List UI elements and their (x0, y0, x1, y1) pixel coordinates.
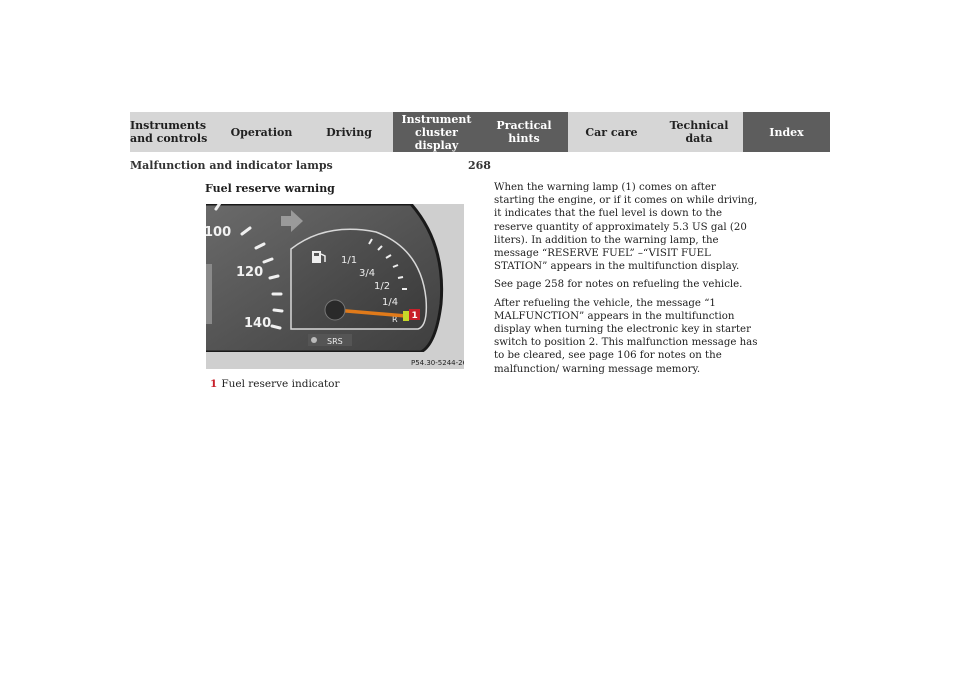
tab-label: Technical data (669, 119, 729, 145)
section-header: Malfunction and indicator lamps (130, 159, 333, 172)
fuel-label-half: 1/2 (374, 281, 390, 292)
airbag-icon (311, 337, 317, 343)
tab-label: Car care (585, 125, 638, 139)
tab-label: Index (769, 125, 804, 139)
fuel-label-three-quarter: 3/4 (359, 268, 375, 279)
figure-reference: P54.30-5244-26 (411, 359, 464, 367)
tab-operation[interactable]: Operation (218, 112, 305, 152)
tab-car-care[interactable]: Car care (568, 112, 655, 152)
tab-label: Practical hints (496, 119, 552, 145)
tab-technical-data[interactable]: Technical data (655, 112, 743, 152)
tab-instrument-cluster-display[interactable]: Instrument cluster display (393, 112, 480, 152)
tab-label: Instruments and controls (130, 119, 208, 145)
reserve-warning-lamp (403, 311, 409, 321)
tab-label: Operation (230, 125, 293, 139)
needle-hub (324, 299, 346, 321)
tab-index[interactable]: Index (743, 112, 830, 152)
tab-instruments-and-controls[interactable]: Instruments and controls (130, 112, 218, 152)
caption-number: 1 (210, 378, 218, 390)
srs-label: SRS (327, 337, 343, 346)
paragraph: See page 258 for notes on refueling the … (494, 279, 743, 291)
chapter-tabs: Instruments and controls Operation Drivi… (130, 112, 830, 152)
caption-text: Fuel reserve indicator (221, 378, 340, 390)
page-number: 268 (468, 159, 491, 172)
fuel-label-full: 1/1 (341, 255, 357, 266)
instrument-cluster-illustration: 100 120 140 1/1 3/4 1/2 1/4 R 1 SRS P54.… (204, 198, 468, 369)
paragraph: When the warning lamp (1) comes on after… (494, 182, 758, 273)
left-trim (206, 264, 212, 324)
tab-label: Instrument cluster display (401, 112, 472, 152)
callout-number: 1 (412, 311, 418, 321)
tab-driving[interactable]: Driving (305, 112, 393, 152)
fuel-label-quarter: 1/4 (382, 297, 398, 308)
speed-label-120: 120 (236, 265, 263, 280)
speed-label-100: 100 (206, 225, 231, 240)
section-title: Fuel reserve warning (205, 182, 335, 195)
tab-label: Driving (326, 125, 372, 139)
body-text: When the warning lamp (1) comes on after… (494, 181, 759, 381)
paragraph: After refueling the vehicle, the message… (494, 297, 758, 375)
figure-caption: 1 Fuel reserve indicator (210, 378, 340, 390)
speed-label-140: 140 (244, 316, 271, 331)
tab-practical-hints[interactable]: Practical hints (480, 112, 568, 152)
